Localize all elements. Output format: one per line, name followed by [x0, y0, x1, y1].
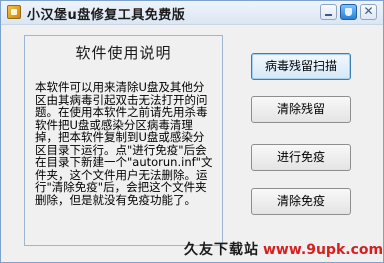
skin-icon[interactable] [340, 4, 357, 20]
clean-residue-button[interactable]: 清除残留 [251, 96, 351, 123]
title-bar[interactable]: 小汉堡u盘修复工具免费版 ✕ [1, 1, 383, 25]
minimize-button[interactable] [320, 4, 337, 20]
watermark: 久友下载站 www.9upk.com [184, 239, 383, 259]
app-logo-icon [7, 5, 21, 19]
window-title: 小汉堡u盘修复工具免费版 [27, 8, 186, 23]
immunize-button[interactable]: 进行免疫 [251, 144, 351, 171]
close-button[interactable]: ✕ [360, 4, 377, 20]
instructions-text: 本软件可以用来清除U盘及其他分区由其病毒引起双击无法打开的问题。在使用本软件之前… [35, 81, 213, 206]
virus-scan-button[interactable]: 病毒残留扫描 [251, 53, 351, 80]
remove-immunity-button[interactable]: 清除免疫 [251, 188, 351, 215]
instructions-panel: 软件使用说明 本软件可以用来清除U盘及其他分区由其病毒引起双击无法打开的问题。在… [24, 35, 223, 246]
watermark-url: www.9upk.com [263, 242, 384, 258]
app-window: 小汉堡u盘修复工具免费版 ✕ 软件使用说明 本软件可以用来清除U盘及其他分区由其… [0, 0, 384, 263]
instructions-heading: 软件使用说明 [75, 44, 172, 62]
watermark-site-name: 久友下载站 [184, 242, 259, 258]
